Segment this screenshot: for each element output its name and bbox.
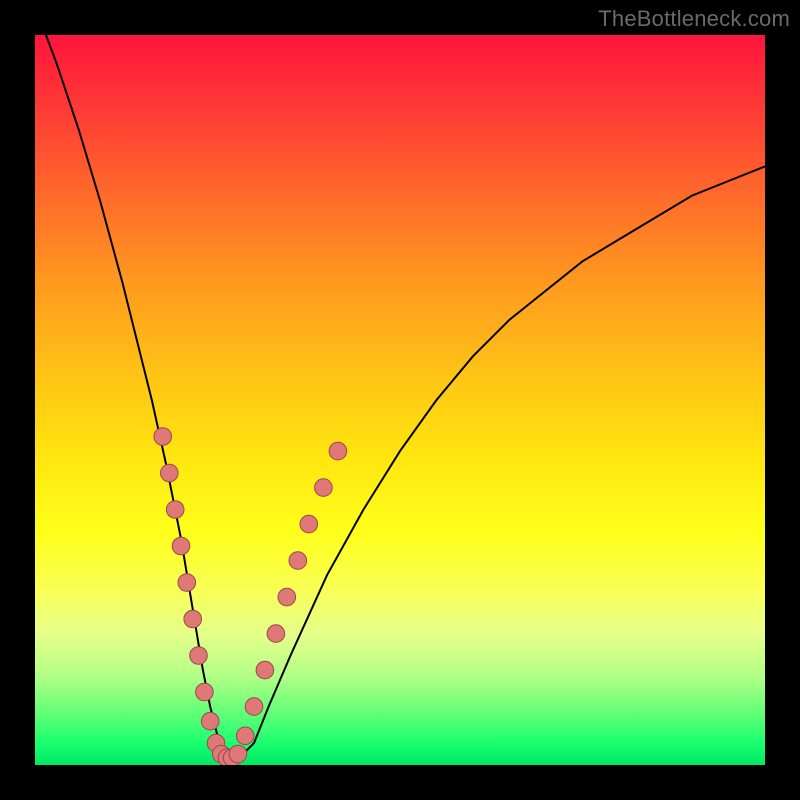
curve-marker bbox=[315, 479, 333, 497]
curve-marker bbox=[166, 501, 184, 519]
curve-marker bbox=[329, 442, 347, 460]
curve-marker bbox=[289, 552, 307, 570]
curve-marker bbox=[267, 625, 285, 643]
curve-marker bbox=[256, 661, 274, 679]
bottleneck-curve bbox=[35, 35, 765, 758]
curve-marker bbox=[184, 610, 202, 628]
curve-marker bbox=[161, 464, 179, 482]
curve-marker bbox=[236, 727, 254, 745]
curve-marker bbox=[196, 683, 214, 701]
curve-marker bbox=[154, 428, 172, 446]
curve-marker bbox=[178, 574, 196, 592]
watermark-text: TheBottleneck.com bbox=[598, 6, 790, 32]
curve-marker bbox=[172, 537, 190, 555]
plot-area bbox=[35, 35, 765, 765]
bottleneck-curve-svg bbox=[35, 35, 765, 765]
curve-marker bbox=[229, 745, 247, 763]
curve-marker bbox=[278, 588, 296, 606]
chart-frame: TheBottleneck.com bbox=[0, 0, 800, 800]
curve-marker bbox=[245, 698, 263, 716]
curve-marker bbox=[201, 712, 219, 730]
curve-marker bbox=[190, 647, 208, 665]
curve-marker bbox=[300, 515, 318, 533]
